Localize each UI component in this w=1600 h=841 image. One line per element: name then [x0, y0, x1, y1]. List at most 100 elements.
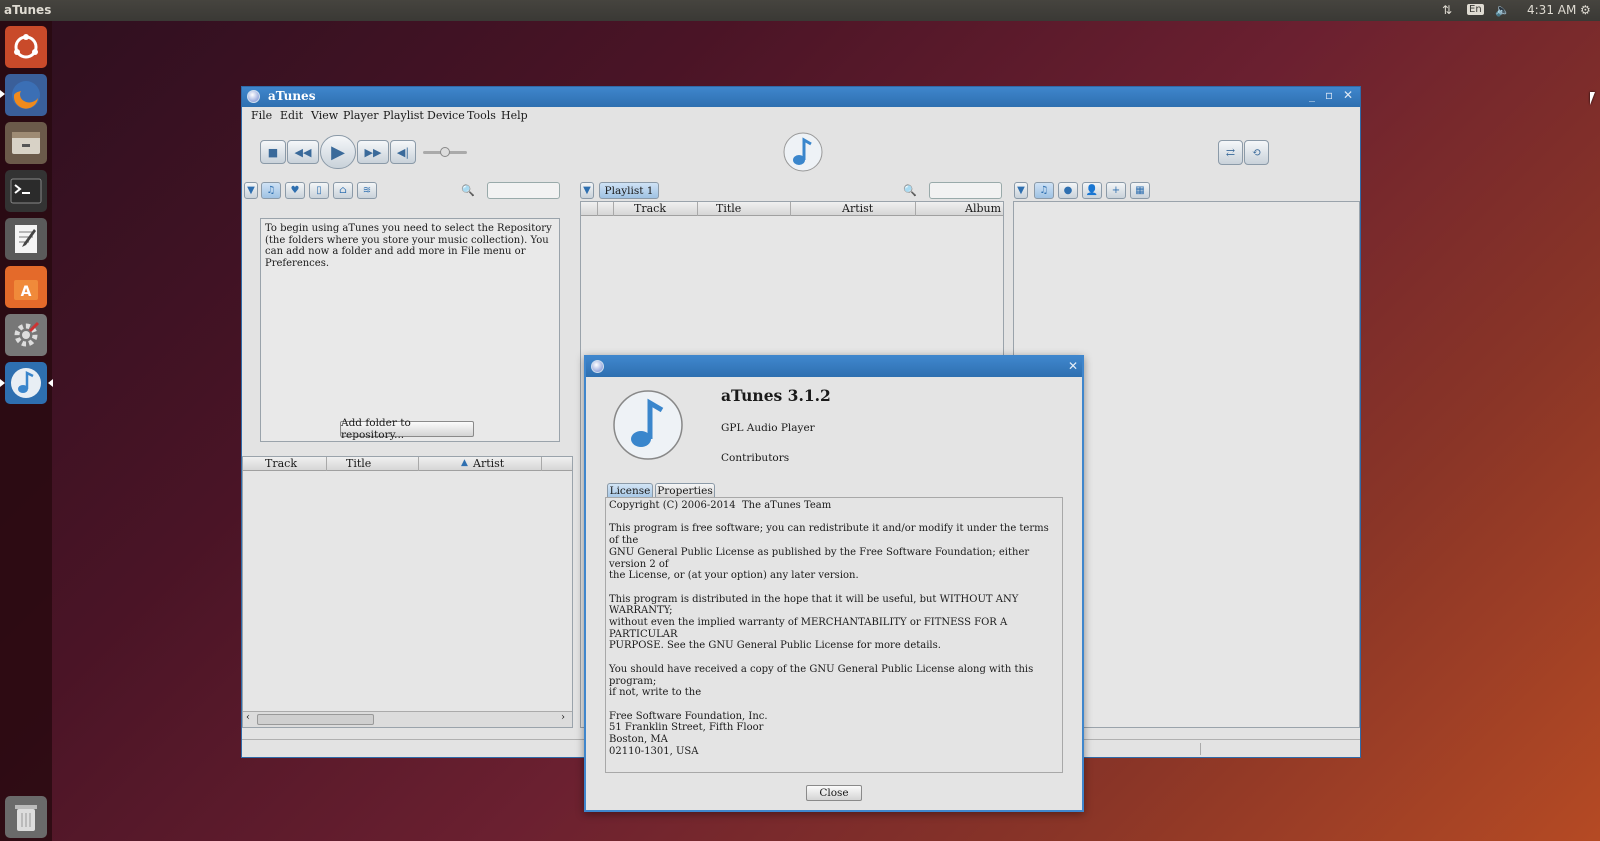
about-contributors-link[interactable]: Contributors [721, 452, 789, 464]
device-view-button[interactable]: ▯ [309, 182, 329, 199]
repository-view-button[interactable]: ♫ [261, 182, 281, 199]
context-song-button[interactable]: ♫ [1034, 182, 1054, 199]
mouse-pointer-icon [1590, 92, 1595, 105]
volume-slider-thumb[interactable] [440, 147, 450, 157]
navigator-table: Track Title ▲ Artist ‹ › [242, 456, 573, 728]
repeat-icon: ⟲ [1251, 146, 1262, 159]
stop-icon: ■ [267, 145, 279, 159]
app-icon [247, 90, 260, 103]
column-title[interactable]: Title [346, 457, 371, 470]
context-album-button[interactable]: ● [1058, 182, 1078, 199]
chevron-down-icon: ▼ [247, 185, 255, 196]
context-dropdown[interactable]: ▼ [1014, 182, 1028, 199]
close-button[interactable]: Close [806, 785, 862, 801]
maximize-icon[interactable]: ▫ [1325, 88, 1333, 102]
rewind-icon: ◀◀ [294, 145, 312, 159]
previous-button[interactable]: ◀◀ [287, 140, 319, 164]
menu-device[interactable]: Device [427, 109, 465, 122]
mute-button[interactable]: ◀| [390, 140, 416, 164]
playlist-dropdown[interactable]: ▼ [580, 182, 594, 199]
tab-license[interactable]: License [607, 483, 653, 498]
menu-view[interactable]: View [311, 109, 338, 122]
atunes-logo-icon [783, 132, 823, 172]
column-track[interactable]: Track [634, 202, 666, 215]
repository-message: To begin using aTunes you need to select… [265, 223, 552, 269]
volume-slider[interactable] [423, 147, 467, 157]
column-track[interactable]: Track [265, 457, 297, 470]
scroll-right-icon[interactable]: › [561, 712, 565, 723]
atunes-icon[interactable] [5, 362, 47, 404]
repeat-button[interactable]: ⟲ [1244, 140, 1269, 165]
about-app-title: aTunes 3.1.2 [721, 386, 831, 405]
active-app-name: aTunes [4, 3, 52, 17]
next-button[interactable]: ▶▶ [357, 140, 389, 164]
navigator-search-input[interactable] [487, 182, 560, 199]
playlist-tab[interactable]: Playlist 1 [599, 182, 659, 199]
column-artist[interactable]: Artist [842, 202, 873, 215]
navigator-dropdown[interactable]: ▼ [244, 182, 258, 199]
menu-bar: File Edit View Player Playlist Device To… [242, 107, 1360, 125]
menu-help[interactable]: Help [501, 109, 528, 122]
playlist-table-header: Track Title Artist Album [581, 202, 1003, 216]
trash-icon[interactable] [5, 796, 47, 838]
music-note-icon: ♫ [266, 185, 276, 196]
terminal-icon[interactable] [5, 170, 47, 212]
menu-tools[interactable]: Tools [467, 109, 496, 122]
context-similar-artists-button[interactable]: + [1106, 182, 1126, 199]
radio-view-button[interactable]: ⌂ [333, 182, 353, 199]
window-titlebar[interactable]: aTunes _ ▫ ✕ [242, 87, 1360, 107]
clock[interactable]: 4:31 AM [1527, 3, 1576, 17]
fast-forward-icon: ▶▶ [364, 145, 382, 159]
volume-icon[interactable]: 🔈 [1495, 3, 1510, 17]
menu-player[interactable]: Player [343, 109, 378, 122]
column-title[interactable]: Title [716, 202, 741, 215]
menu-file[interactable]: File [251, 109, 272, 122]
tab-properties[interactable]: Properties [655, 483, 715, 498]
shuffle-icon: ⇄ [1225, 146, 1236, 159]
radio-icon: ⌂ [339, 185, 347, 196]
settings-gear-icon[interactable]: ⚙ [1580, 3, 1591, 17]
minimize-icon[interactable]: _ [1309, 88, 1315, 102]
heart-icon: ♥ [290, 185, 300, 196]
ubuntu-dash-icon[interactable] [5, 26, 47, 68]
network-icon[interactable]: ⇅ [1442, 3, 1452, 17]
close-icon[interactable]: ✕ [1343, 88, 1353, 102]
add-folder-button[interactable]: Add folder to repository... [340, 417, 474, 441]
context-video-button[interactable]: ▦ [1130, 182, 1150, 199]
atunes-large-logo-icon [612, 389, 684, 461]
scrollbar-thumb[interactable] [257, 714, 374, 725]
music-note-icon: ♫ [1039, 185, 1049, 196]
horizontal-scrollbar[interactable]: ‹ › [243, 711, 572, 727]
shuffle-button[interactable]: ⇄ [1218, 140, 1243, 165]
chevron-down-icon: ▼ [583, 185, 591, 196]
context-artist-button[interactable]: 👤 [1082, 182, 1102, 199]
scroll-left-icon[interactable]: ‹ [246, 712, 250, 723]
dialog-titlebar[interactable]: ✕ [586, 357, 1082, 377]
favorites-view-button[interactable]: ♥ [285, 182, 305, 199]
play-button[interactable]: ▶ [320, 135, 356, 169]
text-editor-icon[interactable] [5, 218, 47, 260]
dialog-app-icon [591, 360, 604, 373]
dialog-close-icon[interactable]: ✕ [1068, 359, 1078, 373]
column-album[interactable]: Album [965, 202, 1001, 215]
system-settings-icon[interactable] [5, 314, 47, 356]
license-text-area[interactable]: Copyright (C) 2006-2014 The aTunes Team … [605, 497, 1063, 773]
firefox-icon[interactable] [5, 74, 47, 116]
files-icon[interactable] [5, 122, 47, 164]
software-center-icon[interactable]: A [5, 266, 47, 308]
keyboard-layout-indicator[interactable]: En [1467, 4, 1484, 15]
column-artist[interactable]: Artist [473, 457, 504, 470]
window-title: aTunes [268, 89, 316, 103]
podcast-view-button[interactable]: ≋ [357, 182, 377, 199]
about-dialog: ✕ aTunes 3.1.2 GPL Audio Player Contribu… [584, 355, 1084, 812]
playlist-search-input[interactable] [929, 182, 1002, 199]
stop-button[interactable]: ■ [260, 140, 286, 164]
about-subtitle: GPL Audio Player [721, 422, 815, 434]
disc-icon: ● [1063, 185, 1073, 196]
chevron-down-icon: ▼ [1017, 185, 1025, 196]
playlist-search-icon: 🔍 [903, 184, 917, 197]
menu-playlist[interactable]: Playlist [383, 109, 424, 122]
menu-edit[interactable]: Edit [280, 109, 303, 122]
volume-icon: ◀| [396, 145, 410, 159]
repository-message-panel: To begin using aTunes you need to select… [260, 218, 560, 442]
